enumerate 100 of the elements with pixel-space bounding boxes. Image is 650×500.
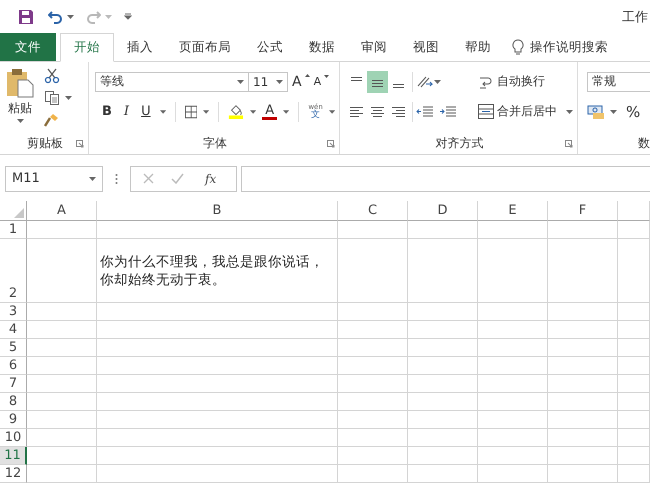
- table-cell[interactable]: [478, 465, 548, 483]
- dialog-launcher-icon[interactable]: [565, 140, 573, 148]
- column-header[interactable]: D: [408, 201, 478, 221]
- dialog-launcher-icon[interactable]: [76, 140, 84, 148]
- table-cell[interactable]: [408, 411, 478, 429]
- caret-icon[interactable]: [276, 80, 283, 84]
- table-cell[interactable]: [338, 429, 408, 447]
- table-cell[interactable]: [97, 393, 338, 411]
- table-cell[interactable]: [338, 339, 408, 357]
- decrease-indent-icon[interactable]: [416, 104, 434, 118]
- table-cell[interactable]: [97, 357, 338, 375]
- row-header[interactable]: 8: [0, 393, 27, 411]
- caret-icon[interactable]: [160, 110, 166, 114]
- table-cell[interactable]: [27, 239, 97, 303]
- row-header[interactable]: 5: [0, 339, 27, 357]
- row-header[interactable]: 9: [0, 411, 27, 429]
- tell-me-search[interactable]: 操作说明搜索: [530, 38, 608, 56]
- column-header[interactable]: [618, 201, 650, 221]
- table-cell[interactable]: [618, 375, 650, 393]
- column-header[interactable]: F: [548, 201, 618, 221]
- table-cell[interactable]: [408, 239, 478, 303]
- ribbon-tab[interactable]: 页面布局: [166, 33, 244, 62]
- table-cell[interactable]: [408, 221, 478, 239]
- table-cell[interactable]: [548, 429, 618, 447]
- font-color-button[interactable]: A: [262, 104, 278, 120]
- table-cell[interactable]: [618, 429, 650, 447]
- undo-icon[interactable]: [48, 10, 63, 24]
- increase-indent-icon[interactable]: [439, 104, 457, 118]
- table-cell[interactable]: [408, 393, 478, 411]
- table-cell[interactable]: [478, 447, 548, 465]
- table-cell[interactable]: [97, 321, 338, 339]
- caret-icon[interactable]: [203, 110, 210, 114]
- table-cell[interactable]: [548, 239, 618, 303]
- dialog-launcher-icon[interactable]: [327, 140, 335, 148]
- customize-icon[interactable]: [124, 13, 132, 20]
- row-header[interactable]: 2: [0, 239, 27, 303]
- table-cell[interactable]: [27, 375, 97, 393]
- table-cell[interactable]: [27, 321, 97, 339]
- fill-color-icon[interactable]: [228, 103, 244, 120]
- ribbon-tab[interactable]: 插入: [114, 33, 166, 62]
- caret-icon[interactable]: [250, 110, 256, 114]
- cancel-icon[interactable]: [143, 173, 154, 184]
- table-cell[interactable]: [548, 393, 618, 411]
- font-size-field[interactable]: 11: [248, 72, 288, 92]
- table-cell[interactable]: [408, 321, 478, 339]
- merge-center-button[interactable]: 合并后居中: [475, 98, 560, 125]
- underline-button[interactable]: U: [138, 100, 154, 122]
- table-cell[interactable]: [618, 321, 650, 339]
- table-cell[interactable]: [548, 465, 618, 483]
- table-cell[interactable]: [618, 447, 650, 465]
- column-header[interactable]: A: [27, 201, 97, 221]
- cut-icon[interactable]: [44, 68, 60, 84]
- ribbon-tab[interactable]: 帮助: [452, 33, 504, 62]
- table-cell[interactable]: [338, 393, 408, 411]
- shrink-font-button[interactable]: A: [314, 75, 330, 88]
- table-cell[interactable]: [27, 411, 97, 429]
- table-cell[interactable]: [27, 429, 97, 447]
- table-cell[interactable]: [478, 239, 548, 303]
- table-cell[interactable]: [408, 447, 478, 465]
- table-cell[interactable]: [27, 447, 97, 465]
- bold-button[interactable]: B: [99, 100, 115, 122]
- more-icon[interactable]: [115, 172, 118, 184]
- caret-icon[interactable]: [434, 80, 441, 84]
- ribbon-tab[interactable]: 开始: [60, 33, 114, 62]
- file-tab[interactable]: 文件: [0, 33, 56, 61]
- column-header[interactable]: E: [478, 201, 548, 221]
- table-cell[interactable]: 你为什么不理我，我总是跟你说话，你却始终无动于衷。: [97, 239, 338, 303]
- table-cell[interactable]: [478, 321, 548, 339]
- ribbon-tab[interactable]: 公式: [244, 33, 296, 62]
- table-cell[interactable]: [618, 411, 650, 429]
- table-cell[interactable]: [548, 447, 618, 465]
- caret-icon[interactable]: [67, 14, 74, 18]
- row-header[interactable]: 11: [0, 447, 27, 465]
- table-cell[interactable]: [27, 339, 97, 357]
- table-cell[interactable]: [478, 375, 548, 393]
- column-header[interactable]: B: [97, 201, 338, 221]
- caret-icon[interactable]: [89, 176, 96, 180]
- copy-icon[interactable]: [44, 90, 60, 106]
- currency-icon[interactable]: [587, 104, 605, 120]
- table-cell[interactable]: [97, 447, 338, 465]
- table-cell[interactable]: [27, 465, 97, 483]
- table-cell[interactable]: [618, 239, 650, 303]
- caret-icon[interactable]: [328, 110, 335, 114]
- borders-icon[interactable]: [184, 104, 198, 118]
- row-header[interactable]: 1: [0, 221, 27, 239]
- table-cell[interactable]: [478, 393, 548, 411]
- table-cell[interactable]: [338, 239, 408, 303]
- caret-icon[interactable]: [65, 96, 72, 100]
- table-cell[interactable]: [618, 357, 650, 375]
- row-header[interactable]: 4: [0, 321, 27, 339]
- table-cell[interactable]: [548, 411, 618, 429]
- table-cell[interactable]: [408, 339, 478, 357]
- insert-function-button[interactable]: fx: [205, 172, 216, 186]
- table-cell[interactable]: [618, 339, 650, 357]
- table-cell[interactable]: [408, 303, 478, 321]
- table-cell[interactable]: [548, 321, 618, 339]
- row-header[interactable]: 12: [0, 465, 27, 483]
- percent-button[interactable]: %: [626, 102, 640, 120]
- table-cell[interactable]: [97, 411, 338, 429]
- table-cell[interactable]: [618, 221, 650, 239]
